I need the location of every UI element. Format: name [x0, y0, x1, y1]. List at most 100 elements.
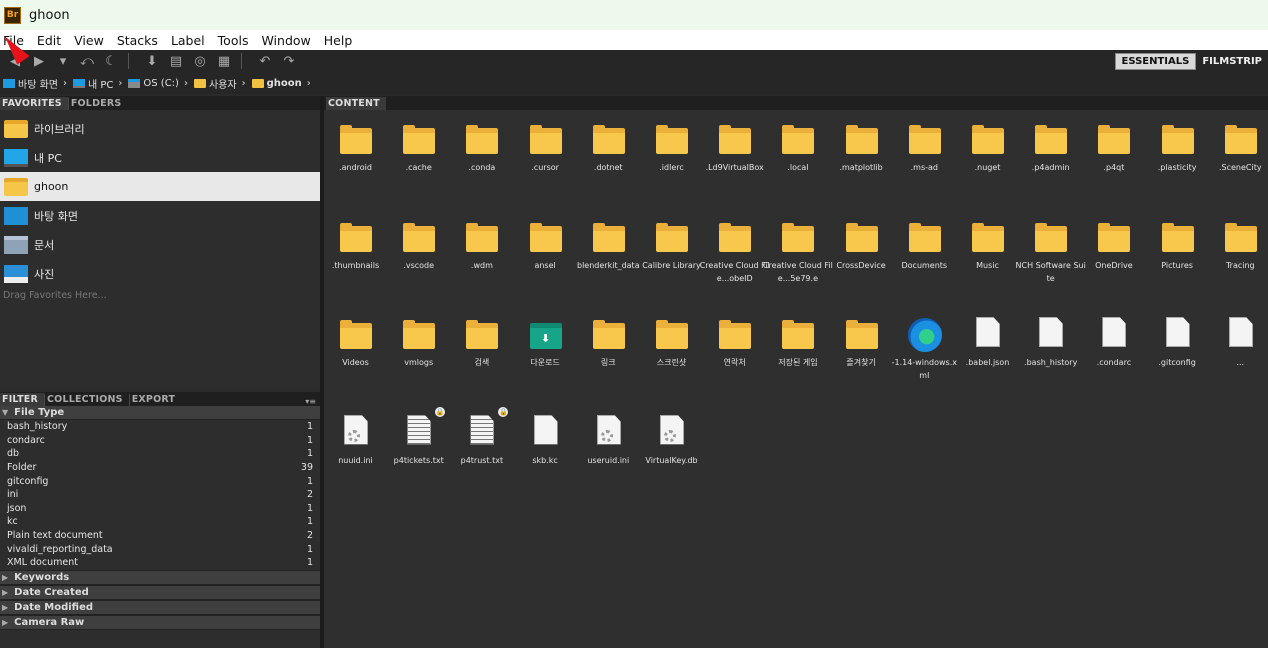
tab-favorites[interactable]: FAVORITES — [0, 97, 68, 110]
favorite-item-ghoon[interactable]: ghoon — [0, 172, 320, 201]
filter-section-date-created[interactable]: ▶ Date Created — [0, 584, 320, 600]
output-icon[interactable]: ▦ — [215, 53, 233, 69]
workspace-filmstrip-button[interactable]: FILMSTRIP — [1196, 54, 1268, 69]
content-thumbnail[interactable]: vmlogs — [387, 303, 450, 401]
chevron-right-icon[interactable]: › — [63, 78, 67, 89]
chevron-right-icon[interactable]: › — [242, 78, 246, 89]
content-thumbnail[interactable]: .SceneCity — [1209, 108, 1268, 206]
content-thumbnail[interactable]: Videos — [324, 303, 387, 401]
content-thumbnail[interactable]: .bash_history — [1019, 303, 1082, 401]
camera-raw-icon[interactable]: ◎ — [191, 53, 209, 69]
content-thumbnail[interactable]: .vscode — [387, 206, 450, 304]
tab-folders[interactable]: FOLDERS — [69, 97, 128, 110]
favorite-item-desktop[interactable]: 바탕 화면 — [0, 201, 320, 230]
content-thumbnail[interactable]: nuuid.ini — [324, 401, 387, 499]
content-thumbnail[interactable]: .p4admin — [1019, 108, 1082, 206]
filter-section-camera-raw[interactable]: ▶ Camera Raw — [0, 614, 320, 630]
tab-export[interactable]: EXPORT — [130, 393, 181, 406]
menu-stacks[interactable]: Stacks — [114, 33, 164, 48]
favorite-item-pc[interactable]: 내 PC — [0, 143, 320, 172]
content-thumbnail[interactable]: Calibre Library — [640, 206, 703, 304]
content-thumbnail[interactable]: .plasticity — [1146, 108, 1209, 206]
content-thumbnail[interactable]: .android — [324, 108, 387, 206]
favorite-item-library[interactable]: 라이브러리 — [0, 114, 320, 143]
content-thumbnail[interactable]: Documents — [893, 206, 956, 304]
filter-section-keywords[interactable]: ▶ Keywords — [0, 569, 320, 585]
content-thumbnail[interactable]: -1.14-windows.xml — [892, 303, 957, 401]
filter-row[interactable]: gitconfig 1 — [0, 474, 320, 488]
content-thumbnail[interactable]: 🔒 p4trust.txt — [450, 401, 513, 499]
content-thumbnail[interactable]: .local — [766, 108, 829, 206]
content-thumbnail[interactable]: ⬇ 다운로드 — [514, 303, 577, 401]
content-thumbnail[interactable]: .condarc — [1082, 303, 1145, 401]
tab-filter[interactable]: FILTER — [0, 393, 44, 406]
breadcrumb-item-desktop[interactable]: 바탕 화면 — [3, 76, 58, 91]
content-thumbnail[interactable]: .idlerc — [640, 108, 703, 206]
menu-view[interactable]: View — [71, 33, 110, 48]
tab-collections[interactable]: COLLECTIONS — [45, 393, 129, 406]
filter-row[interactable]: kc 1 — [0, 515, 320, 529]
panel-menu-icon[interactable]: ▾≡ — [305, 397, 316, 406]
content-thumbnail[interactable]: .thumbnails — [324, 206, 387, 304]
content-thumbnail[interactable]: .matplotlib — [830, 108, 893, 206]
content-thumbnail[interactable]: Music — [956, 206, 1019, 304]
rotate-left-icon[interactable]: ↶ — [256, 53, 274, 69]
content-thumbnail[interactable]: 링크 — [577, 303, 640, 401]
content-thumbnail[interactable]: Pictures — [1146, 206, 1209, 304]
reveal-recent-icon[interactable]: ☾ — [102, 53, 120, 69]
favorite-item-documents[interactable]: 문서 — [0, 230, 320, 259]
forward-icon[interactable]: ▶ — [30, 53, 48, 69]
content-thumbnail[interactable]: OneDrive — [1082, 206, 1145, 304]
content-thumbnail[interactable]: useruid.ini — [577, 401, 640, 499]
content-thumbnail[interactable]: .ms-ad — [893, 108, 956, 206]
chevron-right-icon[interactable]: › — [307, 78, 311, 89]
content-thumbnail[interactable]: CrossDevice — [830, 206, 893, 304]
breadcrumb-item-users[interactable]: 사용자 — [193, 76, 237, 91]
content-thumbnail[interactable]: .wdm — [450, 206, 513, 304]
filter-row[interactable]: ini 2 — [0, 488, 320, 502]
content-thumbnail[interactable]: Tracing — [1209, 206, 1268, 304]
recent-dropdown-icon[interactable]: ▾ — [54, 53, 72, 69]
filter-section-file-type[interactable]: ▼ File Type — [0, 406, 320, 420]
content-thumbnail[interactable]: .cache — [387, 108, 450, 206]
filter-section-date-modified[interactable]: ▶ Date Modified — [0, 599, 320, 615]
get-photos-icon[interactable]: ⬇ — [143, 53, 161, 69]
breadcrumb-item-drive[interactable]: OS (C:) — [128, 78, 179, 89]
content-thumbnail[interactable]: .dotnet — [577, 108, 640, 206]
menu-help[interactable]: Help — [321, 33, 359, 48]
menu-tools[interactable]: Tools — [215, 33, 255, 48]
filter-row[interactable]: bash_history 1 — [0, 420, 320, 434]
content-thumbnail[interactable]: VirtualKey.db — [640, 401, 703, 499]
content-thumbnail[interactable]: skb.kc — [514, 401, 577, 499]
chevron-right-icon[interactable]: › — [118, 78, 122, 89]
content-thumbnail[interactable]: .conda — [450, 108, 513, 206]
content-thumbnail[interactable]: 🔒 p4tickets.txt — [387, 401, 450, 499]
content-thumbnail[interactable]: 저장된 게임 — [766, 303, 829, 401]
filter-row[interactable]: Folder 39 — [0, 461, 320, 475]
filter-row[interactable]: XML document 1 — [0, 556, 320, 570]
content-thumbnail[interactable]: .cursor — [514, 108, 577, 206]
content-thumbnail[interactable]: .nuget — [956, 108, 1019, 206]
return-to-app-icon[interactable]: ⤺ — [78, 53, 96, 69]
refine-icon[interactable]: ▤ — [167, 53, 185, 69]
breadcrumb-item-pc[interactable]: 내 PC — [72, 76, 113, 91]
content-thumbnail[interactable]: Creative Cloud File...obeID — [700, 206, 770, 304]
content-thumbnail[interactable]: 연락처 — [703, 303, 766, 401]
filter-row[interactable]: condarc 1 — [0, 434, 320, 448]
favorite-item-pictures[interactable]: 사진 — [0, 259, 320, 288]
filter-row[interactable]: db 1 — [0, 447, 320, 461]
content-thumbnail[interactable]: 즐겨찾기 — [830, 303, 893, 401]
content-thumbnail[interactable]: Creative Cloud File...5e79.e — [763, 206, 833, 304]
content-thumbnail[interactable]: 검색 — [450, 303, 513, 401]
menu-label[interactable]: Label — [168, 33, 211, 48]
content-thumbnail[interactable]: .gitconfig — [1146, 303, 1209, 401]
menu-edit[interactable]: Edit — [34, 33, 67, 48]
content-thumbnail[interactable]: blenderkit_data — [577, 206, 640, 304]
rotate-right-icon[interactable]: ↷ — [280, 53, 298, 69]
content-thumbnail[interactable]: .p4qt — [1082, 108, 1145, 206]
filter-row[interactable]: json 1 — [0, 502, 320, 516]
workspace-essentials-button[interactable]: ESSENTIALS — [1114, 52, 1197, 70]
content-thumbnail[interactable]: .Ld9VirtualBox — [703, 108, 766, 206]
content-thumbnail[interactable]: ansel — [514, 206, 577, 304]
menu-window[interactable]: Window — [258, 33, 316, 48]
